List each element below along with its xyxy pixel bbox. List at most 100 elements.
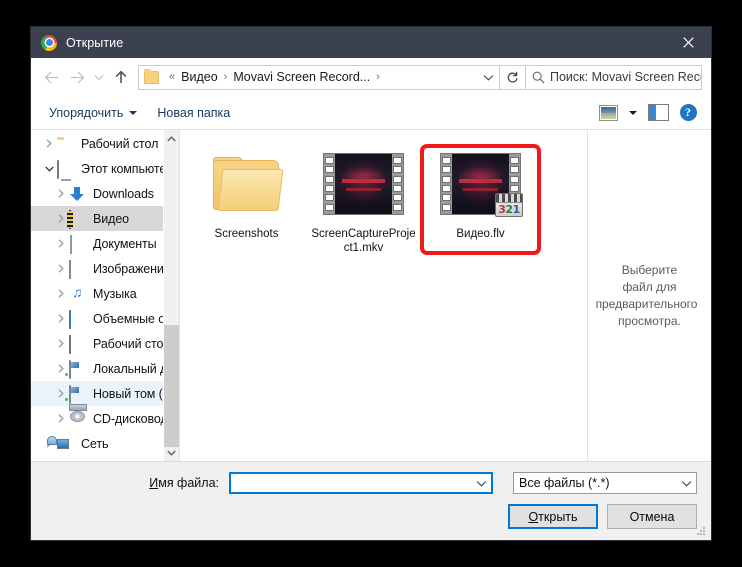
chevron-right-icon[interactable]: [53, 189, 69, 198]
back-button[interactable]: [38, 64, 64, 90]
pictures-icon: [69, 259, 87, 279]
file-thumbnail: [212, 146, 284, 222]
dialog-body: Рабочий стол Этот компьютер Downloads Видео…: [31, 130, 711, 461]
filetype-dropdown[interactable]: Все файлы (*.*): [513, 472, 697, 494]
forward-button[interactable]: [64, 64, 90, 90]
preview-pane: Выберите файл для предварительного просм…: [588, 130, 711, 461]
sidebar-scrollbar[interactable]: [163, 130, 179, 461]
sidebar-item-label: Этот компьютер: [81, 161, 174, 176]
file-thumbnail: [324, 146, 403, 222]
breadcrumb-item-0[interactable]: Видео: [180, 70, 219, 84]
sidebar-item-12[interactable]: Сеть: [31, 431, 164, 456]
video-file-icon: [324, 154, 403, 214]
computer-icon: [57, 159, 75, 179]
desktop-icon-shape: [69, 334, 71, 354]
film-perforation-left: [324, 154, 335, 214]
preview-pane-button[interactable]: [643, 101, 673, 125]
preview-pane-icon: [647, 104, 669, 121]
help-icon: ?: [679, 104, 697, 121]
chevron-right-icon[interactable]: [53, 314, 69, 323]
drive-icon-shape: [69, 384, 79, 404]
search-input[interactable]: Поиск: Movavi Screen Recor...: [550, 70, 701, 84]
address-dropdown-icon[interactable]: [477, 67, 499, 88]
search-box[interactable]: Поиск: Movavi Screen Recor...: [526, 64, 702, 90]
filetype-value: Все файлы (*.*): [519, 476, 610, 490]
chevron-right-icon[interactable]: [53, 389, 69, 398]
chevron-down-icon[interactable]: [471, 480, 491, 487]
sidebar-item-8[interactable]: Рабочий стол: [31, 331, 170, 356]
new-folder-button[interactable]: Новая папка: [147, 101, 240, 125]
chevron-right-icon[interactable]: [53, 339, 69, 348]
sidebar-item-3[interactable]: Видео: [31, 206, 164, 231]
recent-locations-button[interactable]: [90, 64, 108, 90]
file-item-0[interactable]: Screenshots: [188, 142, 305, 261]
open-file-dialog: Открытие « Видео › Movavi Screen Record.…: [31, 27, 711, 540]
sidebar-item-label: Изображения: [93, 261, 171, 276]
3d-objects-icon: [69, 309, 87, 329]
file-list-pane[interactable]: Screenshots ScreenCaptureProject1.mkv 321 В…: [179, 130, 588, 461]
command-bar: Упорядочить Новая папка ?: [31, 96, 711, 130]
scroll-down-button[interactable]: [164, 444, 179, 461]
sidebar-item-9[interactable]: Локальный дис: [31, 356, 179, 381]
chevron-right-icon[interactable]: [53, 289, 69, 298]
preview-line-1: файл для: [622, 279, 677, 294]
folder-icon: [144, 68, 159, 84]
organize-button[interactable]: Упорядочить: [39, 101, 147, 125]
chevron-down-icon[interactable]: [676, 480, 696, 487]
refresh-button[interactable]: [500, 64, 526, 90]
view-options-dropdown[interactable]: [623, 101, 643, 125]
chevron-right-icon[interactable]: [53, 414, 69, 423]
sidebar-item-label: Документы: [93, 236, 157, 251]
desktop-icon: [69, 334, 87, 354]
help-button[interactable]: ?: [673, 101, 703, 125]
organize-label: Упорядочить: [49, 105, 124, 120]
chevron-down-icon[interactable]: [41, 166, 57, 172]
open-button[interactable]: Открыть: [508, 504, 598, 529]
resize-grip[interactable]: [696, 526, 707, 537]
chevron-right-icon[interactable]: [41, 139, 57, 148]
screenshot-root: Открытие « Видео › Movavi Screen Record.…: [0, 0, 742, 567]
sidebar-item-7[interactable]: Объемные объе: [31, 306, 179, 331]
sidebar-item-10[interactable]: Новый том (D:): [31, 381, 179, 406]
chevron-right-icon[interactable]: [53, 264, 69, 273]
view-options-button[interactable]: [593, 101, 623, 125]
file-item-1[interactable]: ScreenCaptureProject1.mkv: [305, 142, 422, 261]
sidebar-item-1[interactable]: Этот компьютер: [31, 156, 173, 181]
file-item-2[interactable]: 321 Видео.flv: [420, 142, 541, 261]
sidebar-item-6[interactable]: Музыка: [31, 281, 164, 306]
downloads-icon: [69, 186, 87, 202]
sidebar-item-4[interactable]: Документы: [31, 231, 164, 256]
sidebar-item-label: Видео: [93, 211, 130, 226]
chevron-right-icon[interactable]: [53, 364, 69, 373]
breadcrumb-item-1[interactable]: Movavi Screen Record...: [232, 70, 371, 84]
video-file-icon: 321: [441, 154, 523, 217]
sidebar-item-2[interactable]: Downloads: [31, 181, 164, 206]
video-folder-icon-shape: [69, 209, 71, 229]
breadcrumb-separator: ›: [223, 71, 228, 83]
sidebar-item-5[interactable]: Изображения: [31, 256, 171, 281]
scroll-up-button[interactable]: [164, 130, 179, 147]
computer-icon-shape: [57, 159, 59, 179]
breadcrumb-separator-trailing[interactable]: ›: [371, 71, 385, 83]
up-button[interactable]: [108, 64, 134, 90]
dialog-footer: Имя файла: Все файлы (*.*) Открыть Отмен…: [31, 461, 711, 540]
film-perforation-left: [441, 154, 452, 214]
search-icon: [526, 71, 550, 84]
cancel-button[interactable]: Отмена: [607, 504, 697, 529]
sidebar-item-label: Рабочий стол: [93, 336, 171, 351]
drive-icon: [69, 359, 87, 379]
address-bar[interactable]: « Видео › Movavi Screen Record... ›: [138, 64, 500, 90]
filename-input[interactable]: [229, 472, 493, 494]
title-bar: Открытие: [31, 27, 711, 58]
close-button[interactable]: [665, 27, 711, 58]
scrollbar-thumb[interactable]: [164, 325, 179, 447]
video-frame-preview: [335, 154, 392, 214]
sidebar-item-11[interactable]: CD-дисковод (F: [31, 406, 179, 431]
breadcrumb-prefix: «: [169, 71, 176, 83]
chevron-right-icon[interactable]: [53, 239, 69, 248]
documents-icon-shape: [70, 234, 72, 254]
video-folder-icon: [69, 209, 87, 229]
sidebar-item-0[interactable]: Рабочий стол: [31, 131, 164, 156]
documents-icon: [69, 234, 87, 254]
preview-line-3: просмотра.: [618, 313, 681, 328]
